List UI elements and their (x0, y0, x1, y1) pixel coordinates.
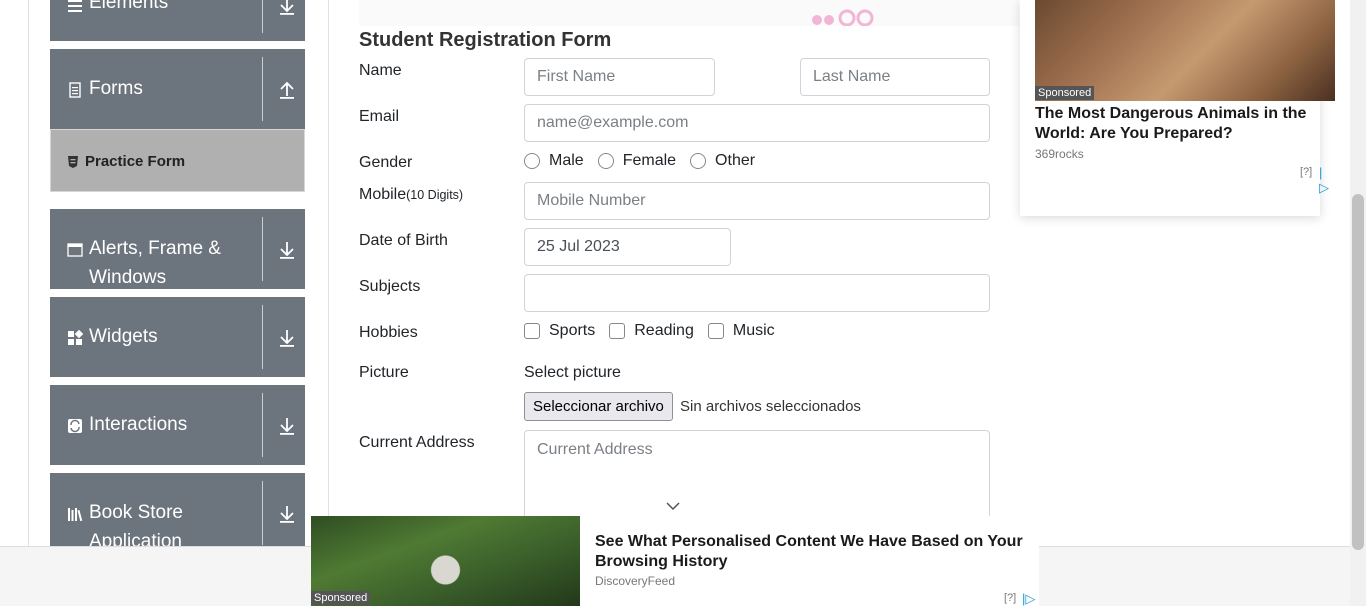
file-status: Sin archivos seleccionados (680, 398, 861, 415)
sidebar-divider (328, 0, 329, 546)
grid-icon (68, 330, 83, 345)
document-icon (69, 82, 81, 98)
mobile-input[interactable] (524, 182, 990, 220)
subjects-label: Subjects (359, 278, 421, 295)
radio-label: Female (622, 152, 677, 169)
gender-option-female[interactable]: Female (597, 152, 677, 170)
arrow-down-icon[interactable] (278, 416, 296, 436)
mobile-hint: (10 Digits) (406, 188, 464, 202)
sidebar-group-widgets[interactable]: Widgets (50, 297, 305, 377)
picture-prompt: Select picture (524, 364, 621, 381)
arrow-down-icon[interactable] (278, 240, 296, 260)
sidebar-group-title: Alerts, Frame & Windows (89, 238, 221, 288)
page: Elements Forms Practice Form Alerts, Fra… (0, 0, 1366, 606)
html5-icon (68, 156, 78, 168)
radio-button[interactable] (597, 153, 614, 169)
container-border (28, 0, 29, 546)
sidebar-group-title: Widgets (89, 326, 158, 347)
banner-graphic (812, 9, 874, 26)
hobby-options: Sports Reading Music (524, 322, 789, 340)
gender-option-other[interactable]: Other (690, 152, 755, 170)
list-icon (68, 0, 82, 12)
ad-headline[interactable]: The Most Dangerous Animals in the World:… (1035, 104, 1325, 144)
picture-label: Picture (359, 364, 409, 381)
window-icon (67, 243, 83, 257)
address-textarea[interactable]: Current Address (524, 430, 990, 530)
sidebar-group-forms[interactable]: Forms (50, 49, 305, 129)
ad-source: DiscoveryFeed (595, 574, 676, 588)
sidebar-group-interactions[interactable]: Interactions (50, 385, 305, 465)
radio-button[interactable] (524, 153, 540, 169)
hobby-option-music[interactable]: Music (707, 322, 775, 340)
adchoices-icon[interactable]: |▷ (1319, 165, 1329, 196)
dob-input[interactable]: 25 Jul 2023 (524, 228, 731, 266)
divider (262, 305, 263, 369)
ad-source: 369rocks (1035, 147, 1084, 161)
checkbox[interactable] (609, 323, 626, 339)
choose-file-button[interactable]: Seleccionar archivo (524, 392, 673, 421)
mobile-label-text: Mobile (359, 186, 407, 203)
arrow-down-icon[interactable] (278, 504, 296, 524)
first-name-input[interactable] (524, 58, 715, 96)
books-icon (68, 508, 83, 522)
sidebar-group-title: Elements (89, 0, 169, 13)
hobby-option-reading[interactable]: Reading (609, 322, 694, 340)
email-label: Email (359, 108, 400, 125)
sidebar-group-alerts[interactable]: Alerts, Frame & Windows (50, 209, 305, 289)
divider (262, 57, 263, 121)
name-label: Name (359, 62, 402, 79)
gender-label: Gender (359, 154, 413, 171)
radio-button[interactable] (690, 153, 707, 169)
checkbox[interactable] (707, 323, 724, 339)
sidebar-group-title: Interactions (89, 414, 188, 435)
adchoices-icon[interactable]: |▷ (1022, 591, 1035, 606)
banner-image (359, 0, 1019, 26)
dob-label: Date of Birth (359, 232, 448, 249)
sidebar-group-book-store[interactable]: Book Store Application (50, 473, 305, 546)
sidebar-item-label: Practice Form (85, 153, 186, 170)
ad-info-link[interactable]: [?] (1300, 166, 1312, 178)
checkbox[interactable] (524, 323, 540, 339)
radio-label: Male (549, 152, 584, 169)
ad-headline[interactable]: See What Personalised Content We Have Ba… (595, 532, 1035, 572)
bottom-ad[interactable]: Sponsored See What Personalised Content … (311, 516, 1039, 606)
hobby-option-sports[interactable]: Sports (524, 322, 595, 340)
sidebar-group-title: Forms (89, 78, 143, 99)
divider (262, 0, 263, 33)
hobbies-label: Hobbies (359, 324, 418, 341)
checkbox-label: Sports (549, 322, 596, 339)
checkbox-label: Reading (634, 322, 694, 339)
form-title: Student Registration Form (359, 29, 612, 51)
divider (262, 217, 263, 281)
arrow-up-icon[interactable] (278, 80, 296, 100)
scrollbar-thumb[interactable] (1352, 194, 1364, 550)
address-label: Current Address (359, 434, 475, 451)
chevron-down-icon[interactable] (666, 500, 680, 512)
last-name-input[interactable] (800, 58, 990, 96)
divider (262, 393, 263, 457)
gender-options: Male Female Other (524, 152, 769, 170)
checkbox-label: Music (732, 322, 775, 339)
side-ad[interactable]: Sponsored The Most Dangerous Animals in … (1020, 0, 1335, 216)
sidebar-group-elements[interactable]: Elements (50, 0, 305, 41)
sync-icon (68, 419, 82, 433)
sidebar-item-practice-form[interactable]: Practice Form (50, 129, 305, 192)
email-input[interactable] (524, 104, 990, 142)
radio-label: Other (715, 152, 756, 169)
mobile-label: Mobile(10 Digits) (359, 183, 463, 207)
sponsored-badge: Sponsored (311, 591, 371, 605)
sidebar-group-title: Book Store Application (89, 502, 183, 546)
arrow-down-icon[interactable] (278, 328, 296, 348)
subjects-input[interactable] (524, 274, 990, 312)
ad-info-link[interactable]: [?] (1004, 592, 1016, 604)
arrow-down-icon[interactable] (278, 0, 296, 16)
divider (262, 481, 263, 545)
gender-option-male[interactable]: Male (524, 152, 584, 170)
sponsored-badge: Sponsored (1035, 86, 1095, 100)
